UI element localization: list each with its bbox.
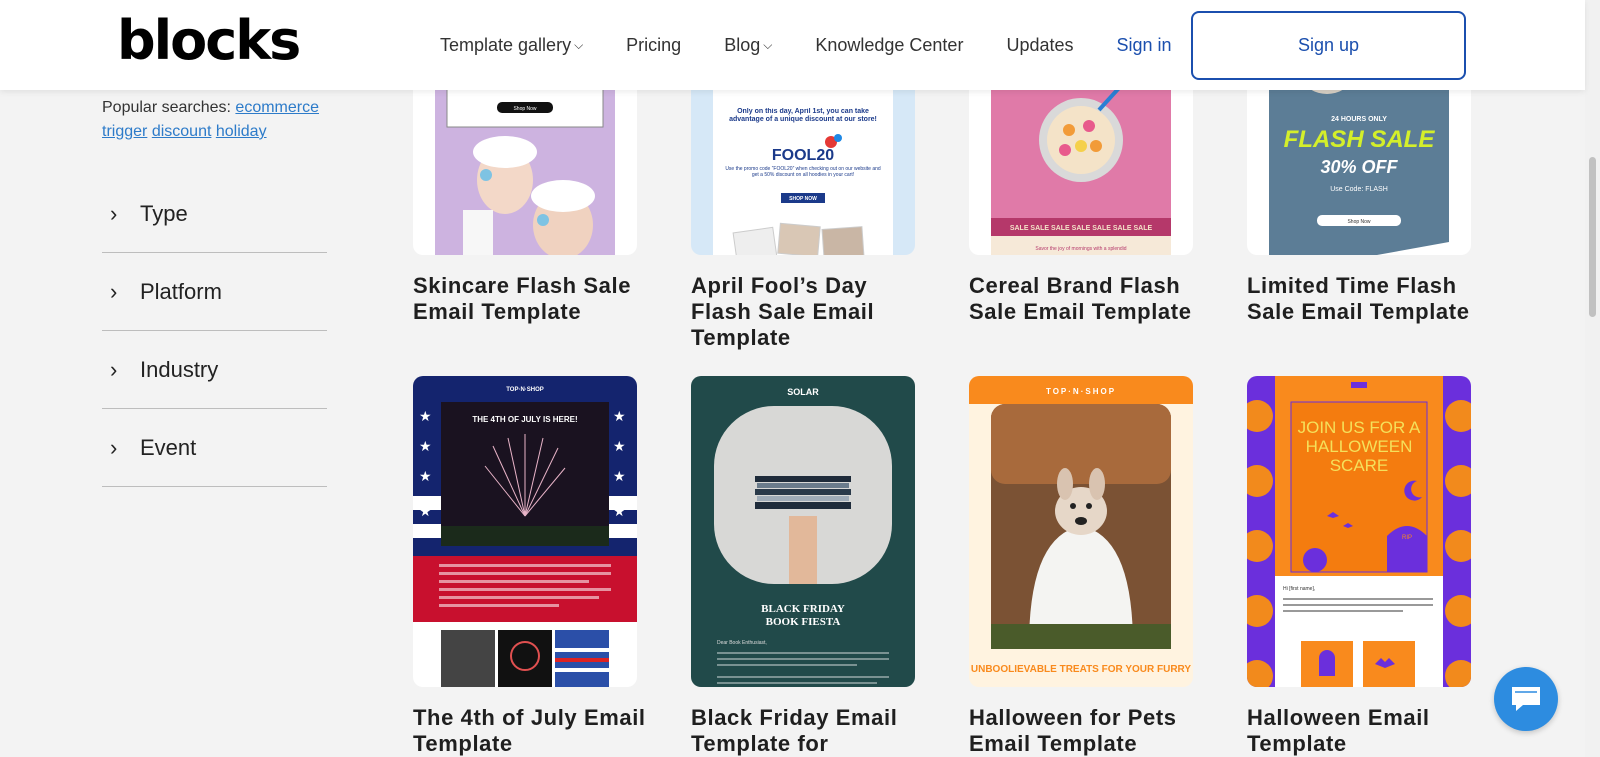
svg-text:★: ★: [419, 409, 432, 425]
thumb-brand: TOP·N·SHOP: [1046, 387, 1116, 396]
template-title[interactable]: Halloween Email Template: [1247, 705, 1487, 757]
thumb-greeting: Hi [first name],: [1283, 586, 1315, 592]
filter-type[interactable]: › Type: [102, 175, 327, 253]
nav-label: Template gallery: [440, 34, 572, 55]
page-scrollbar[interactable]: [1585, 0, 1600, 757]
chevron-right-icon: ›: [110, 278, 118, 304]
svg-text:★: ★: [613, 409, 626, 425]
template-title[interactable]: Black Friday Email Template for: [691, 705, 931, 757]
template-title[interactable]: April Fool’s Day Flash Sale Email Templa…: [691, 273, 931, 351]
popular-searches-label: Popular searches:: [102, 99, 231, 116]
thumb-footer: Savor the joy of mornings with a splendi…: [1035, 246, 1126, 252]
thumb-headline: UNBOOLIEVABLE TREATS FOR YOUR FURRY: [971, 664, 1192, 675]
filter-platform[interactable]: › Platform: [102, 253, 327, 331]
nav-pricing[interactable]: Pricing: [626, 35, 681, 56]
thumb-kicker: 24 HOURS ONLY: [1331, 116, 1387, 123]
template-title[interactable]: Halloween for Pets Email Template: [969, 705, 1209, 757]
svg-text:★: ★: [419, 504, 432, 520]
filter-label: Type: [140, 200, 188, 226]
popular-link-ecommerce[interactable]: ecommerce: [235, 99, 319, 116]
svg-text:★: ★: [613, 469, 626, 485]
nav-knowledge-center[interactable]: Knowledge Center: [815, 35, 963, 56]
halloween-thumbnail-art: JOIN US FOR A HALLOWEEN SCARE RIP Hi [fi…: [1247, 376, 1471, 687]
template-thumbnail-4th-of-july[interactable]: TOP·N·SHOP ★ ★ ★ ★ ★ ★ ★ ★ THE 4TH OF JULY IS …: [413, 376, 637, 687]
nav-label: Pricing: [626, 34, 682, 55]
thumb-sale-banner: SALE SALE SALE SALE SALE SALE SALE: [1010, 225, 1153, 232]
thumb-headline: THE 4TH OF JULY IS HERE!: [472, 415, 577, 424]
filter-industry[interactable]: › Industry: [102, 331, 327, 409]
svg-text:★: ★: [419, 439, 432, 455]
template-title[interactable]: Cereal Brand Flash Sale Email Template: [969, 273, 1209, 325]
fourth-of-july-thumbnail-art: TOP·N·SHOP ★ ★ ★ ★ ★ ★ ★ ★ THE 4TH OF JULY IS …: [413, 376, 637, 687]
thumb-brand: TOP·N·SHOP: [506, 387, 544, 393]
template-title[interactable]: Skincare Flash Sale Email Template: [413, 273, 653, 325]
halloween-pets-thumbnail-art: TOP·N·SHOP UNBOOLIEVABLE TREATS FOR YOUR…: [969, 376, 1193, 675]
thumb-brand: SOLAR: [787, 387, 819, 397]
thumb-headline: JOIN US FOR A HALLOWEEN SCARE: [1297, 418, 1421, 475]
nav-template-gallery[interactable]: Template gallery ⌵: [440, 35, 583, 56]
thumb-promo-code: FOOL20: [772, 147, 834, 164]
filter-label: Industry: [140, 356, 219, 382]
svg-text:BOOK FIESTA: BOOK FIESTA: [766, 616, 841, 628]
chevron-right-icon: ›: [110, 356, 118, 382]
svg-text:★: ★: [613, 439, 626, 455]
black-friday-thumbnail-art: SOLAR BLACK FRIDAY BOOK FIESTA Dear Book…: [714, 387, 892, 684]
thumb-shop-button-text: Shop Now: [1347, 219, 1370, 225]
thumb-body: Use the promo code “FOOL20” when checkin…: [725, 166, 881, 178]
chevron-right-icon: ›: [110, 434, 118, 460]
svg-text:BLACK FRIDAY: BLACK FRIDAY: [761, 603, 845, 615]
chevron-down-icon: ⌵: [763, 37, 773, 52]
nav-blog[interactable]: Blog ⌵: [724, 35, 772, 56]
filter-label: Platform: [140, 278, 222, 304]
popular-link-discount[interactable]: discount: [152, 123, 212, 140]
nav-updates[interactable]: Updates: [1006, 35, 1073, 56]
filter-event[interactable]: › Event: [102, 409, 327, 487]
chat-icon: [1512, 687, 1540, 711]
thumb-greeting: Dear Book Enthusiast,: [717, 640, 767, 646]
thumb-shop-button-text: Shop Now: [513, 106, 536, 112]
template-thumbnail-halloween-pets[interactable]: TOP·N·SHOP UNBOOLIEVABLE TREATS FOR YOUR…: [969, 376, 1193, 687]
template-thumbnail-halloween[interactable]: JOIN US FOR A HALLOWEEN SCARE RIP Hi [fi…: [1247, 376, 1471, 687]
thumb-rip: RIP: [1402, 535, 1412, 541]
popular-searches: Popular searches: ecommerce trigger disc…: [102, 96, 332, 144]
main-nav: Template gallery ⌵ Pricing Blog ⌵ Knowledg…: [440, 0, 1215, 90]
chat-button[interactable]: [1494, 667, 1558, 731]
thumb-code: Use Code: FLASH: [1330, 186, 1388, 193]
scrollbar-thumb[interactable]: [1589, 157, 1596, 317]
thumb-discount: 30% OFF: [1320, 157, 1398, 177]
nav-label: Updates: [1006, 34, 1074, 55]
thumb-shop-button-text: SHOP NOW: [789, 196, 817, 202]
nav-label: Blog: [724, 34, 761, 55]
svg-text:★: ★: [419, 469, 432, 485]
thumb-headline: Only on this day, April 1st, you can tak…: [729, 108, 877, 123]
chevron-down-icon: ⌵: [574, 37, 584, 52]
thumb-headline: FLASH SALE: [1284, 126, 1436, 153]
popular-link-trigger[interactable]: trigger: [102, 123, 147, 140]
filter-label: Event: [140, 434, 197, 460]
sign-in-link[interactable]: Sign in: [1117, 35, 1172, 56]
logo[interactable]: blocks: [117, 14, 301, 68]
template-thumbnail-black-friday[interactable]: SOLAR BLACK FRIDAY BOOK FIESTA Dear Book…: [691, 376, 915, 687]
svg-text:★: ★: [613, 504, 626, 520]
nav-label: Knowledge Center: [815, 34, 964, 55]
site-header: blocks Template gallery ⌵ Pricing Blog ⌵ K…: [0, 0, 1585, 90]
chevron-right-icon: ›: [110, 200, 118, 226]
template-title[interactable]: Limited Time Flash Sale Email Template: [1247, 273, 1487, 325]
sign-up-button[interactable]: Sign up: [1191, 11, 1466, 80]
popular-link-holiday[interactable]: holiday: [216, 123, 267, 140]
template-title[interactable]: The 4th of July Email Template: [413, 705, 653, 757]
